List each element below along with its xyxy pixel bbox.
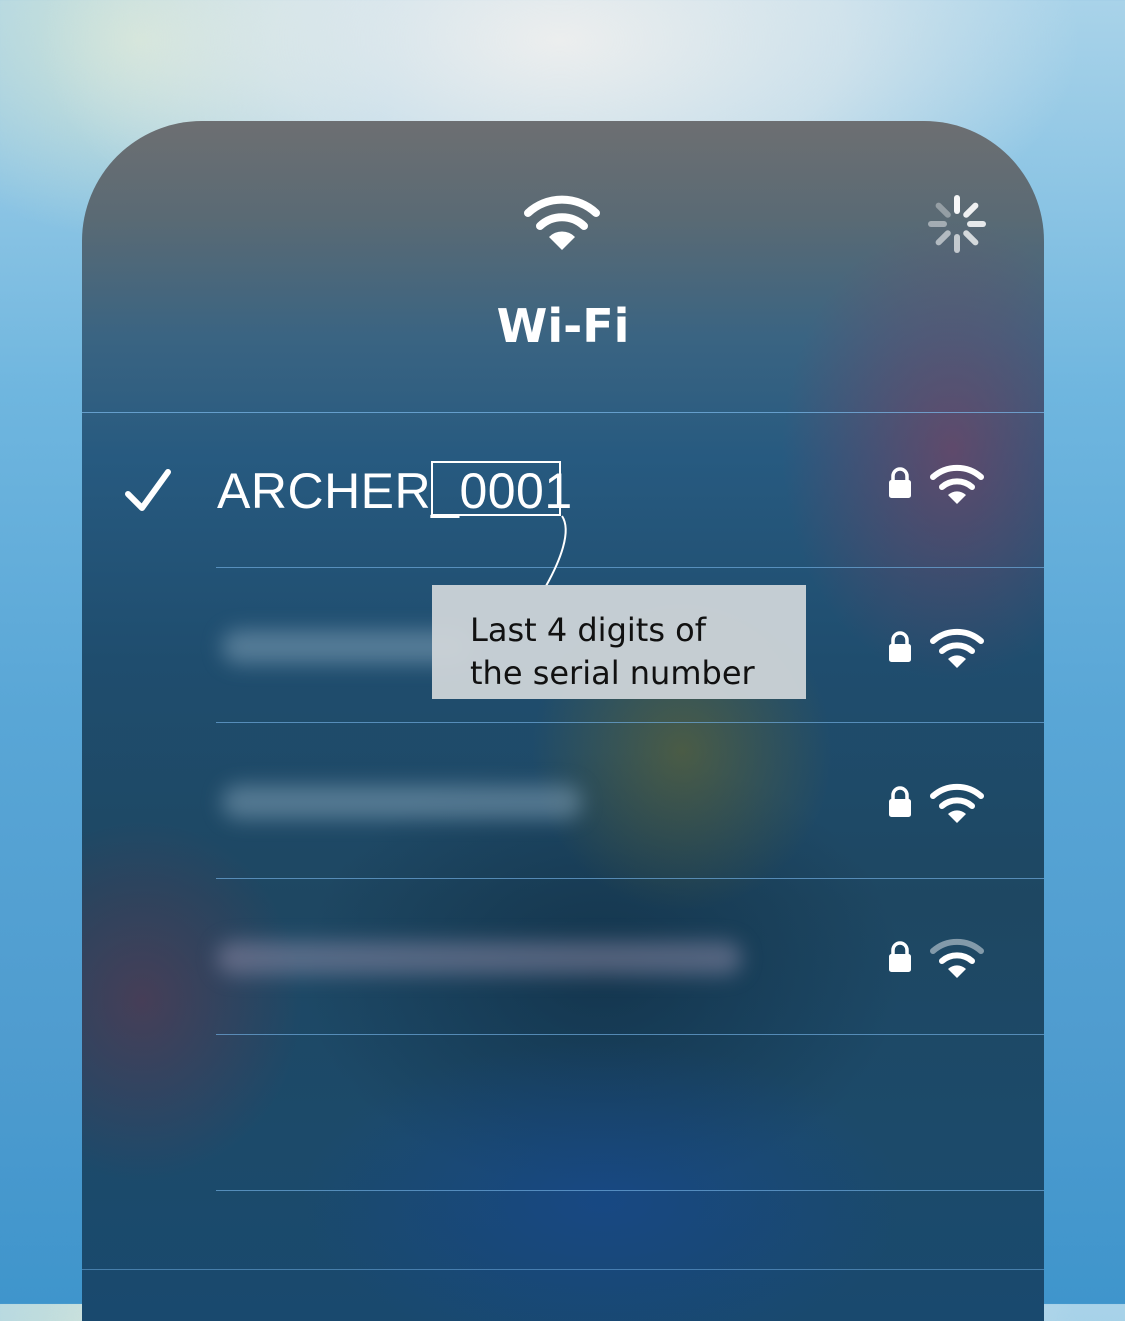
callout-line-2: the serial number xyxy=(470,654,755,692)
serial-number-callout: Last 4 digits of the serial number xyxy=(432,585,806,699)
wifi-panel: Wi-Fi ARCHER_0001 Last 4 digits of the s… xyxy=(82,121,1044,1321)
callout-connector xyxy=(545,515,567,587)
callout-line-1: Last 4 digits of xyxy=(470,611,706,649)
